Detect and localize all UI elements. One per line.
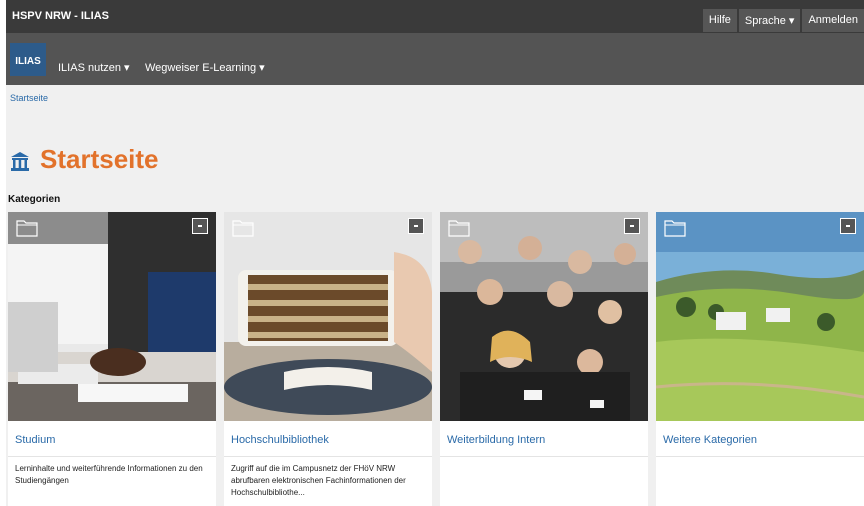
card-title[interactable]: Hochschulbibliothek — [231, 434, 329, 446]
card-title[interactable]: Weitere Kategorien — [663, 434, 757, 446]
card-image[interactable] — [440, 212, 648, 421]
card-title[interactable]: Studium — [15, 434, 55, 446]
help-button[interactable]: Hilfe — [702, 9, 737, 32]
card-title[interactable]: Weiterbildung Intern — [447, 434, 545, 446]
actions-dropdown-button[interactable] — [192, 218, 208, 234]
folder-icon — [664, 220, 686, 237]
card-image[interactable] — [224, 212, 432, 421]
category-card-weiterbildung-intern[interactable]: Weiterbildung Intern — [440, 212, 648, 506]
category-card-studium[interactable]: Studium Lerninhalte und weiterführende I… — [8, 212, 216, 506]
page-title: Startseite — [40, 144, 159, 174]
actions-dropdown-button[interactable] — [408, 218, 424, 234]
card-image[interactable] — [656, 212, 864, 421]
top-bar-actions: Hilfe Sprache ▾ Anmelden — [701, 9, 864, 32]
card-divider — [224, 456, 432, 457]
actions-dropdown-button[interactable] — [840, 218, 856, 234]
card-description: Lerninhalte und weiterführende Informati… — [15, 464, 203, 485]
card-divider — [8, 456, 216, 457]
folder-icon — [232, 220, 254, 237]
top-bar: HSPV NRW - ILIAS Hilfe Sprache ▾ Anmelde… — [6, 0, 864, 33]
login-button[interactable]: Anmelden — [802, 9, 864, 32]
nav-item-ilias-nutzen[interactable]: ILIAS nutzen ▾ — [58, 61, 130, 74]
nav-item-wegweiser[interactable]: Wegweiser E-Learning ▾ — [145, 61, 265, 74]
card-divider — [656, 456, 864, 457]
main-nav: ILIAS ILIAS nutzen ▾ Wegweiser E-Learnin… — [6, 33, 864, 85]
folder-icon — [16, 220, 38, 237]
institution-icon — [11, 152, 29, 171]
section-label: Kategorien — [8, 194, 61, 205]
category-card-hochschulbibliothek[interactable]: Hochschulbibliothek Zugriff auf die im C… — [224, 212, 432, 506]
actions-dropdown-button[interactable] — [624, 218, 640, 234]
breadcrumb[interactable]: Startseite — [10, 93, 48, 103]
category-card-weitere-kategorien[interactable]: Weitere Kategorien — [656, 212, 864, 506]
card-image[interactable] — [8, 212, 216, 421]
ilias-logo[interactable]: ILIAS — [10, 43, 46, 76]
folder-icon — [448, 220, 470, 237]
language-dropdown[interactable]: Sprache ▾ — [738, 9, 801, 32]
card-description: Zugriff auf die im Campusnetz der FHöV N… — [231, 464, 406, 497]
site-brand[interactable]: HSPV NRW - ILIAS — [12, 10, 109, 22]
card-divider — [440, 456, 648, 457]
